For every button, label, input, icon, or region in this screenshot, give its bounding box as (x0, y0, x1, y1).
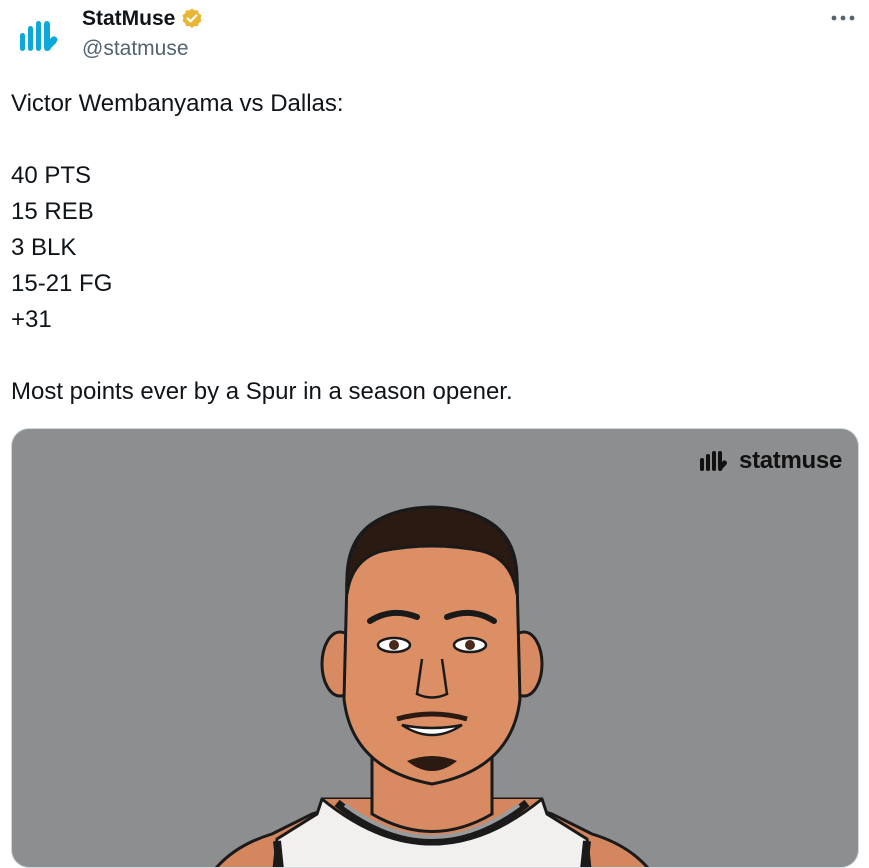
tweet-line: Victor Wembanyama vs Dallas: (11, 90, 344, 117)
tweet-line: Most points ever by a Spur in a season o… (11, 378, 513, 405)
author-handle[interactable]: @statmuse (82, 37, 189, 61)
statmuse-logo-icon (20, 21, 58, 51)
tweet-line: 40 PTS (11, 162, 92, 189)
statmuse-watermark: statmuse (699, 447, 842, 475)
tweet-line (11, 122, 851, 158)
author-display-name[interactable]: StatMuse (82, 7, 175, 31)
statmuse-watermark-icon (700, 451, 728, 471)
tweet-line: 15 REB (11, 198, 94, 225)
avatar[interactable] (11, 8, 69, 66)
tweet-line: 15-21 FG (11, 270, 113, 297)
author-name-row[interactable]: StatMuse (82, 7, 204, 31)
tweet-line: +31 (11, 306, 52, 333)
watermark-text: statmuse (739, 447, 842, 474)
tweet-line (11, 338, 851, 374)
tweet-line: 3 BLK (11, 234, 77, 261)
more-options-button[interactable] (827, 6, 859, 30)
player-illustration (214, 505, 650, 867)
tweet-text: Victor Wembanyama vs Dallas: 40 PTS 15 R… (11, 86, 851, 410)
more-horizontal-icon (831, 15, 855, 21)
tweet-media-image[interactable]: statmuse (11, 428, 859, 868)
verified-badge-icon (182, 8, 202, 28)
